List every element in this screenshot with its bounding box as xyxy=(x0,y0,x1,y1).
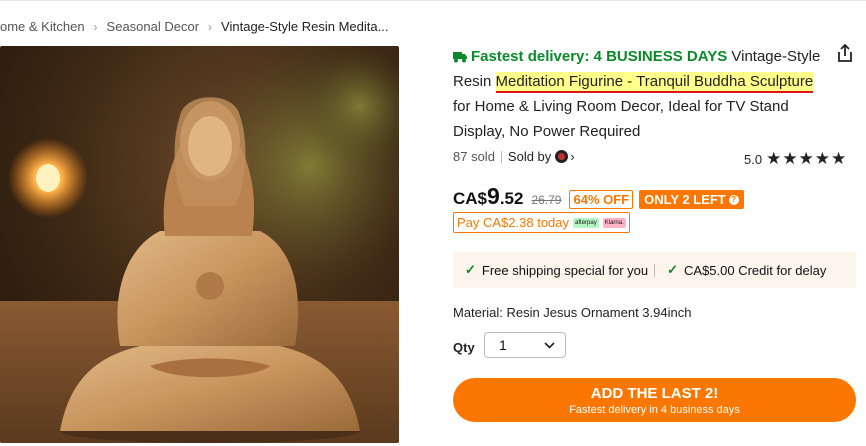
add-to-cart-label: ADD THE LAST 2! xyxy=(590,385,719,402)
breadcrumb: ome & Kitchen › Seasonal Decor › Vintage… xyxy=(0,19,388,34)
chevron-right-icon[interactable]: › xyxy=(570,149,574,164)
add-to-cart-button[interactable]: ADD THE LAST 2! Fastest delivery in 4 bu… xyxy=(453,378,856,422)
stock-badge[interactable]: ONLY 2 LEFT? xyxy=(639,190,744,209)
rating[interactable]: 5.0 ★★★★★ xyxy=(744,149,847,169)
price-cents: .52 xyxy=(499,189,524,208)
share-icon[interactable] xyxy=(834,42,856,64)
sold-row: 87 sold Sold by › xyxy=(453,149,575,164)
breadcrumb-current: Vintage-Style Resin Medita... xyxy=(221,19,389,34)
original-price: 26.79 xyxy=(531,193,562,207)
fastest-delivery-label: Fastest delivery: 4 BUSINESS DAYS xyxy=(453,48,727,65)
rating-value: 5.0 xyxy=(744,151,763,167)
divider xyxy=(654,263,656,277)
title-highlight: Meditation Figurine - Tranquil Buddha Sc… xyxy=(495,72,814,93)
qty-label: Qty xyxy=(453,340,475,355)
chevron-down-icon xyxy=(544,341,555,349)
truck-icon xyxy=(453,52,467,63)
breadcrumb-chevron-icon: › xyxy=(93,19,98,34)
sold-by-label: Sold by xyxy=(507,149,552,164)
product-image[interactable] xyxy=(0,46,399,443)
top-divider xyxy=(0,0,866,1)
promo-banner: ✓ Free shipping special for you ✓ CA$5.0… xyxy=(453,252,856,288)
klarna-logo-icon: Klarna. xyxy=(602,217,626,228)
price-whole: 9 xyxy=(487,183,500,209)
breadcrumb-home-kitchen[interactable]: ome & Kitchen xyxy=(0,19,85,34)
breadcrumb-seasonal-decor[interactable]: Seasonal Decor xyxy=(107,19,200,34)
price-currency: CA$ xyxy=(453,189,488,208)
title-after: for Home & Living Room Decor, Ideal for … xyxy=(453,98,789,140)
pay-today-badge[interactable]: Pay CA$2.38 today afterpay Klarna. xyxy=(453,212,630,233)
add-to-cart-sublabel: Fastest delivery in 4 business days xyxy=(569,404,740,416)
breadcrumb-chevron-icon: › xyxy=(208,19,213,34)
check-icon: ✓ xyxy=(465,262,476,277)
quantity-select[interactable]: 1 xyxy=(484,332,566,358)
delay-credit-text: CA$5.00 Credit for delay xyxy=(684,262,827,278)
price-row: CA$ 9 .52 26.79 64% OFF ONLY 2 LEFT? xyxy=(453,183,744,210)
material-info: Material: Resin Jesus Ornament 3.94inch xyxy=(453,305,692,320)
free-shipping-text: Free shipping special for you xyxy=(481,262,649,278)
stock-badge-text: ONLY 2 LEFT xyxy=(644,192,726,207)
check-icon: ✓ xyxy=(667,262,679,277)
store-avatar-icon[interactable] xyxy=(555,150,569,163)
sold-count: 87 sold xyxy=(453,149,495,164)
question-icon[interactable]: ? xyxy=(728,194,739,205)
discount-badge: 64% OFF xyxy=(569,190,634,209)
star-rating-icon: ★★★★★ xyxy=(766,149,848,168)
pay-today-text: Pay CA$2.38 today xyxy=(457,215,570,230)
divider xyxy=(500,150,502,163)
afterpay-logo-icon: afterpay xyxy=(573,217,599,228)
fastest-delivery-text: Fastest delivery: 4 BUSINESS DAYS xyxy=(471,48,728,65)
quantity-value: 1 xyxy=(499,337,507,353)
product-title: Fastest delivery: 4 BUSINESS DAYS Vintag… xyxy=(453,44,833,144)
